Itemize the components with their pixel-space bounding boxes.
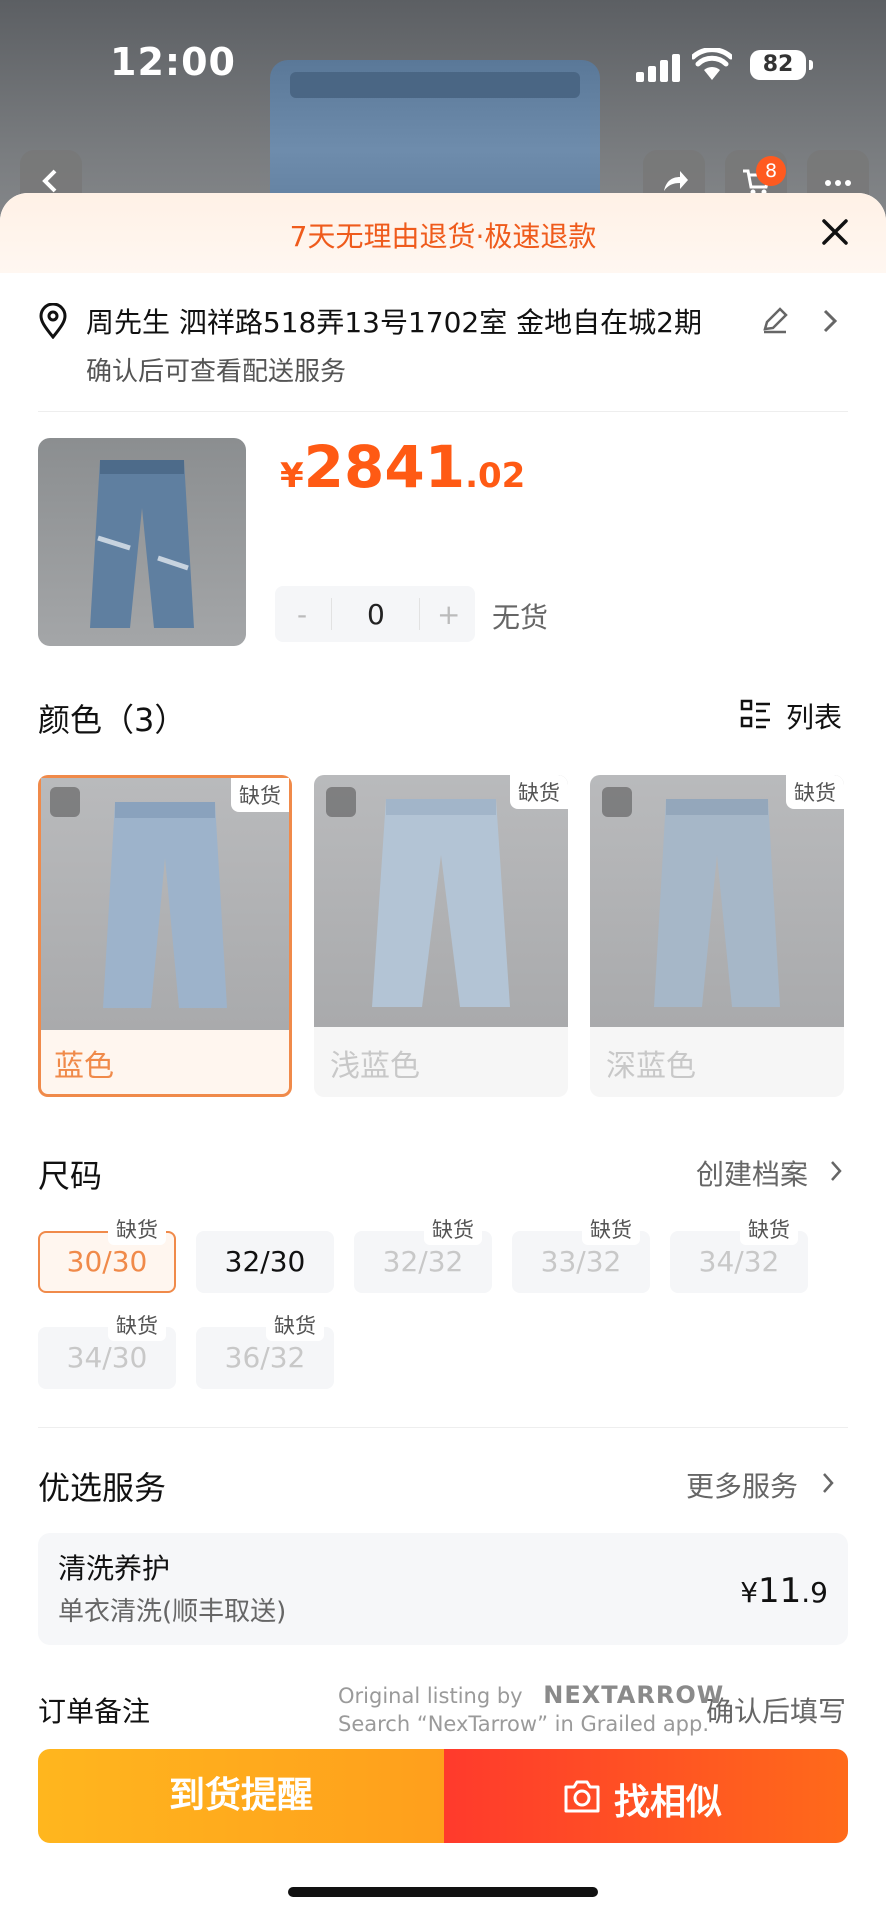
watermark-line2: Search “NexTarrow” in Grailed app.	[338, 1712, 710, 1736]
size-label: 34/32	[698, 1245, 780, 1278]
service-price: ¥11.9	[740, 1571, 828, 1611]
find-similar-label: 找相似	[614, 1782, 723, 1823]
status-time: 12:00	[110, 40, 236, 84]
product-thumbnail[interactable]	[38, 438, 246, 646]
out-of-stock-tag: 缺货	[266, 1311, 324, 1341]
create-profile-label: 创建档案	[696, 1158, 809, 1191]
product-price: ¥2841.02	[280, 433, 525, 501]
address-subtext: 确认后可查看配送服务	[86, 357, 347, 387]
more-services-link[interactable]: 更多服务	[686, 1465, 834, 1505]
address-text: 周先生 泗祥路518弄13号1702室 金地自在城2期	[86, 306, 702, 339]
more-services-label: 更多服务	[686, 1470, 799, 1503]
size-label: 32/32	[382, 1245, 464, 1278]
list-view-label: 列表	[786, 701, 843, 734]
stock-status: 无货	[492, 601, 549, 634]
service-cleaning-care[interactable]: 清洗养护 单衣清洗(顺丰取送) ¥11.9	[38, 1533, 848, 1645]
order-note-label: 订单备注	[38, 1695, 151, 1728]
size-label: 36/32	[224, 1341, 306, 1374]
size-option-32-30[interactable]: 32/30	[196, 1231, 334, 1293]
services-section-title: 优选服务	[38, 1469, 167, 1507]
expand-icon[interactable]	[50, 787, 80, 817]
chevron-right-icon	[823, 309, 838, 333]
divider	[38, 411, 848, 412]
out-of-stock-tag: 缺货	[231, 778, 289, 812]
location-pin-icon	[39, 303, 67, 339]
color-option-dark-blue[interactable]: 缺货 深蓝色	[590, 775, 844, 1097]
chevron-right-icon	[823, 1473, 834, 1493]
out-of-stock-tag: 缺货	[510, 775, 568, 809]
size-section-title: 尺码	[38, 1157, 103, 1195]
out-of-stock-tag: 缺货	[582, 1215, 640, 1245]
wifi-icon	[692, 48, 732, 80]
return-policy-banner: 7天无理由退货·极速退款	[0, 193, 886, 273]
status-bar: 12:00 82	[0, 0, 886, 130]
out-of-stock-tag: 缺货	[740, 1215, 798, 1245]
chevron-right-icon	[831, 1161, 842, 1181]
size-label: 30/30	[66, 1245, 148, 1278]
color-blue-image	[41, 778, 289, 1030]
decrement-button[interactable]: -	[297, 598, 307, 631]
close-icon[interactable]	[816, 213, 854, 251]
increment-button[interactable]: +	[437, 598, 460, 631]
watermark-line1: Original listing by	[338, 1684, 523, 1708]
delivery-address[interactable]: 周先生 泗祥路518弄13号1702室 金地自在城2期 确认后可查看配送服务	[0, 293, 886, 403]
color-option-blue[interactable]: 缺货 蓝色	[38, 775, 292, 1097]
camera-icon	[564, 1780, 600, 1813]
order-note-field[interactable]: 确认后填写	[706, 1690, 846, 1730]
service-description: 单衣清洗(顺丰取送)	[58, 1597, 287, 1627]
service-title: 清洗养护	[58, 1552, 171, 1585]
color-label: 蓝色	[54, 1049, 114, 1084]
out-of-stock-tag: 缺货	[108, 1311, 166, 1341]
battery-indicator: 82	[750, 50, 813, 80]
size-label: 34/30	[66, 1341, 148, 1374]
quantity-value[interactable]: 0	[367, 598, 385, 631]
edit-icon[interactable]	[760, 305, 790, 335]
price-integer: 2841	[303, 433, 466, 501]
size-label: 33/32	[540, 1245, 622, 1278]
expand-icon[interactable]	[602, 787, 632, 817]
size-label: 32/30	[224, 1245, 306, 1278]
return-policy-text: 7天无理由退货·极速退款	[289, 220, 597, 253]
signal-icon	[636, 52, 680, 82]
price-decimal: .02	[465, 456, 526, 496]
divider	[38, 1427, 848, 1428]
color-option-light-blue[interactable]: 缺货 浅蓝色	[314, 775, 568, 1097]
find-similar-button[interactable]: 找相似	[444, 1749, 848, 1843]
list-icon	[740, 699, 770, 729]
listing-watermark: Original listing by NEXTARROW Search “Ne…	[338, 1681, 724, 1738]
out-of-stock-tag: 缺货	[424, 1215, 482, 1245]
out-of-stock-tag: 缺货	[786, 775, 844, 809]
restock-notify-button[interactable]: 到货提醒	[38, 1749, 444, 1843]
color-section-title: 颜色（3）	[38, 701, 187, 739]
jeans-image	[90, 460, 194, 628]
home-indicator[interactable]	[288, 1887, 598, 1897]
watermark-brand: NEXTARROW	[543, 1681, 725, 1709]
quantity-stepper: - 0 +	[275, 586, 475, 642]
create-profile-link[interactable]: 创建档案	[696, 1153, 842, 1193]
color-label: 深蓝色	[606, 1049, 696, 1084]
expand-icon[interactable]	[326, 787, 356, 817]
price-currency: ¥	[280, 456, 304, 496]
out-of-stock-tag: 缺货	[108, 1215, 166, 1245]
color-label: 浅蓝色	[330, 1049, 420, 1084]
sku-selection-sheet: 7天无理由退货·极速退款 周先生 泗祥路518弄13号1702室 金地自在城2期…	[0, 193, 886, 1920]
cart-badge: 8	[756, 156, 786, 186]
